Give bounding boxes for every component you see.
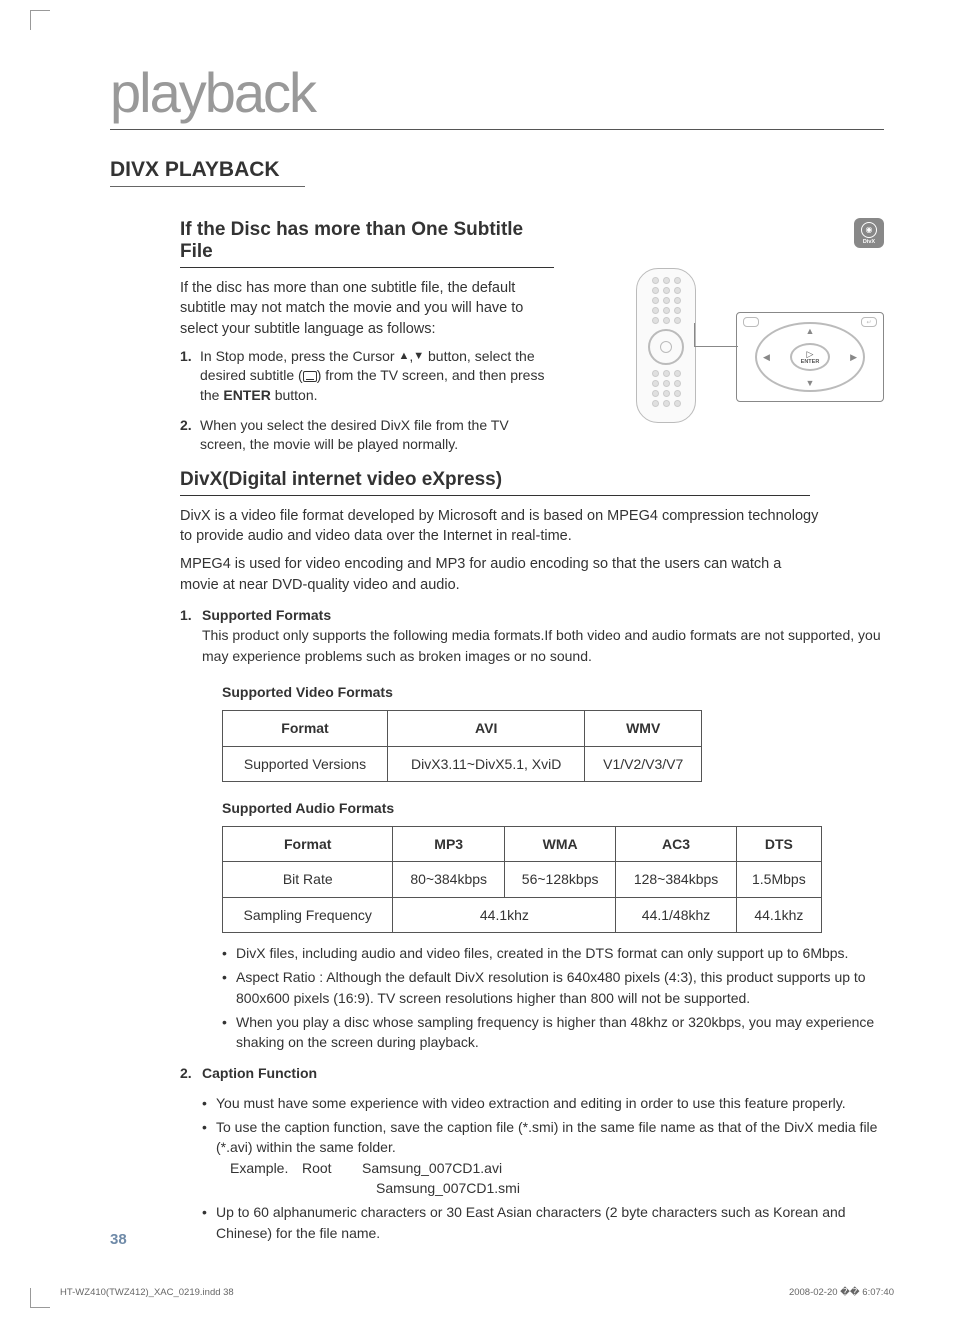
audio-formats-title: Supported Audio Formats (222, 798, 884, 818)
vt-h2: AVI (388, 711, 585, 746)
subtitle-icon (303, 371, 317, 382)
subtitle-heading: If the Disc has more than One Subtitle F… (180, 219, 554, 268)
caption-b2: To use the caption function, save the ca… (202, 1117, 884, 1198)
up-arrow-icon: ▲ (806, 326, 815, 336)
triangle-down-icon: ▼ (413, 349, 424, 364)
remote-nav-figure: ↵ ▲ ▼ ◀ ▶ ▷ ENTER (636, 268, 886, 428)
badge-label: DivX (863, 239, 875, 245)
enter-label: ENTER (801, 359, 820, 365)
divx-info-heading: DivX(Digital internet video eXpress) (180, 469, 810, 496)
page-number: 38 (110, 1231, 127, 1248)
video-formats-table: Format AVI WMV Supported Versions DivX3.… (222, 710, 702, 782)
at-r2c1: Sampling Frequency (223, 897, 393, 932)
audio-formats-table: Format MP3 WMA AC3 DTS Bit Rate 80~384kb… (222, 826, 822, 933)
caption-b3: Up to 60 alphanumeric characters or 30 E… (202, 1202, 884, 1243)
vt-r1c3: V1/V2/V3/V7 (585, 746, 702, 781)
vt-r1c2: DivX3.11~DivX5.1, XviD (388, 746, 585, 781)
subtitle-intro: If the disc has more than one subtitle f… (180, 278, 550, 339)
at-r1c1: Bit Rate (223, 862, 393, 897)
at-h4: AC3 (616, 827, 736, 862)
chapter-title: playback (110, 60, 884, 130)
at-h3: WMA (504, 827, 615, 862)
at-r1c4: 128~384kbps (616, 862, 736, 897)
vt-h3: WMV (585, 711, 702, 746)
footer-right: 2008-02-20 �� 6:07:40 (789, 1287, 894, 1298)
step-1: 1. In Stop mode, press the Cursor ▲,▼ bu… (180, 347, 550, 406)
at-r2c2: 44.1khz (393, 897, 616, 932)
footer-left: HT-WZ410(TWZ412)_XAC_0219.indd 38 (60, 1287, 234, 1298)
note-2: Aspect Ratio : Although the default DivX… (222, 967, 884, 1008)
at-r2c5: 44.1khz (736, 897, 821, 932)
divx-p2: MPEG4 is used for video encoding and MP3… (180, 554, 820, 595)
divx-badge: ◉ DivX (854, 218, 884, 248)
section-heading: DIVX PLAYBACK (110, 158, 305, 187)
caption-b1: You must have some experience with video… (202, 1093, 884, 1113)
connector-line (694, 346, 738, 347)
remote-graphic (636, 268, 696, 423)
step-2: 2. When you select the desired DivX file… (180, 416, 550, 455)
right-arrow-icon: ▶ (850, 352, 857, 363)
at-h5: DTS (736, 827, 821, 862)
note-3: When you play a disc whose sampling freq… (222, 1012, 884, 1053)
item-caption-function: 2. Caption Function You must have some e… (180, 1063, 884, 1243)
nav-pad-graphic: ↵ ▲ ▼ ◀ ▶ ▷ ENTER (736, 312, 884, 402)
note-1: DivX files, including audio and video fi… (222, 943, 884, 963)
item-supported-formats: 1. Supported Formats This product only s… (180, 605, 884, 1052)
at-r1c5: 1.5Mbps (736, 862, 821, 897)
vt-r1c1: Supported Versions (223, 746, 388, 781)
at-h2: MP3 (393, 827, 504, 862)
divx-p1: DivX is a video file format developed by… (180, 506, 820, 547)
down-arrow-icon: ▼ (806, 378, 815, 388)
at-r1c2: 80~384kbps (393, 862, 504, 897)
triangle-up-icon: ▲ (398, 349, 409, 364)
at-r2c4: 44.1/48khz (616, 897, 736, 932)
left-arrow-icon: ◀ (763, 352, 770, 363)
badge-icon: ◉ (866, 225, 873, 234)
at-r1c3: 56~128kbps (504, 862, 615, 897)
at-h1: Format (223, 827, 393, 862)
vt-h1: Format (223, 711, 388, 746)
video-formats-title: Supported Video Formats (222, 682, 884, 702)
play-icon: ▷ (807, 350, 814, 359)
